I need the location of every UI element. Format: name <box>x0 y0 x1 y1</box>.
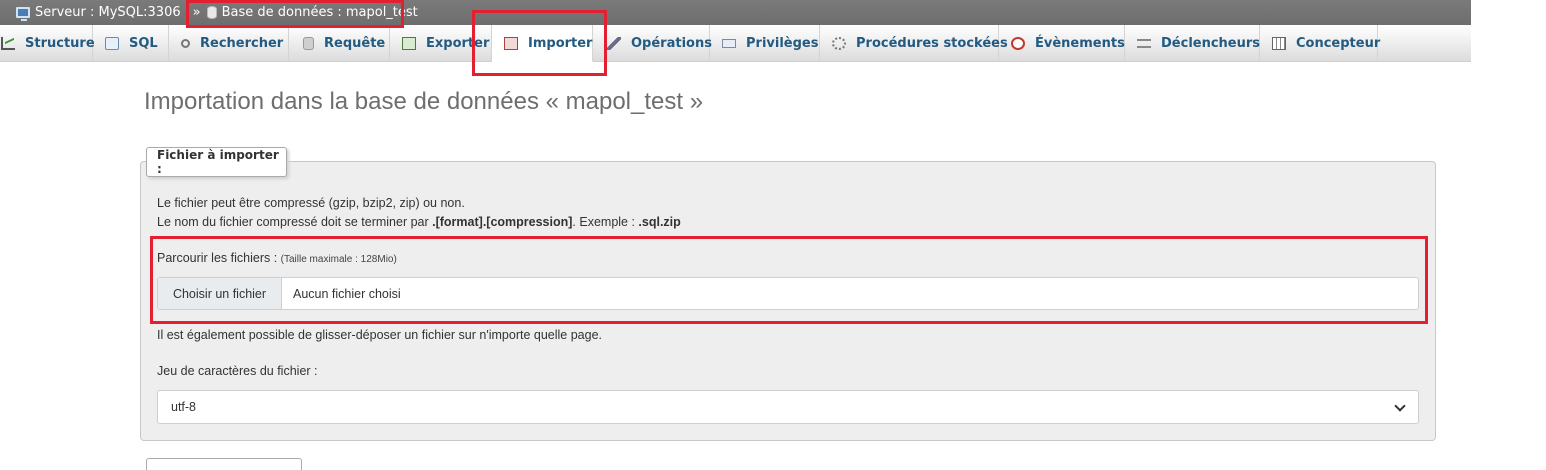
tab-import[interactable]: Importer <box>492 25 593 62</box>
tab-structure[interactable]: Structure <box>0 25 95 62</box>
browse-label: Parcourir les fichiers : <box>157 251 281 265</box>
structure-icon <box>1 37 15 50</box>
designer-icon <box>1272 37 1286 50</box>
breadcrumb-server-label[interactable]: Serveur : MySQL:3306 <box>35 5 181 20</box>
charset-label: Jeu de caractères du fichier : <box>157 364 318 378</box>
procedures-icon <box>832 37 846 50</box>
filename-note-example: .sql.zip <box>638 215 681 229</box>
events-icon <box>1011 37 1025 50</box>
tab-procedures[interactable]: Procédures stockées <box>820 25 1008 62</box>
next-section-legend <box>146 458 302 470</box>
tab-sql[interactable]: SQL <box>93 25 169 62</box>
chevron-down-icon <box>1394 400 1406 412</box>
import-icon <box>504 36 518 50</box>
max-size-note: (Taille maximale : 128Mio) <box>280 254 397 265</box>
tab-export-label: Exporter <box>426 36 490 51</box>
tab-import-label: Importer <box>528 35 593 51</box>
filename-note-middle: . Exemple : <box>572 215 639 229</box>
filename-note-prefix: Le nom du fichier compressé doit se term… <box>157 215 433 229</box>
tab-procedures-label: Procédures stockées <box>856 36 1008 51</box>
server-icon <box>16 7 30 21</box>
tab-privileges-label: Privilèges <box>746 36 819 51</box>
breadcrumb-server[interactable]: Serveur : MySQL:3306 <box>0 0 185 25</box>
tab-structure-label: Structure <box>25 36 95 51</box>
tab-triggers[interactable]: Déclencheurs <box>1125 25 1260 62</box>
triggers-icon <box>1137 39 1151 48</box>
tab-query-label: Requête <box>324 36 386 51</box>
compression-note: Le fichier peut être compressé (gzip, bz… <box>157 196 465 210</box>
operations-icon <box>607 37 621 50</box>
drag-drop-note: Il est également possible de glisser-dép… <box>157 328 602 342</box>
query-icon <box>303 37 314 50</box>
tab-search[interactable]: Rechercher <box>169 25 289 62</box>
tab-designer-label: Concepteur <box>1296 36 1381 51</box>
breadcrumb-database[interactable]: Base de données : mapol_test <box>206 0 422 25</box>
tab-query[interactable]: Requête <box>289 25 390 62</box>
tab-search-label: Rechercher <box>200 36 284 51</box>
page-title: Importation dans la base de données « ma… <box>144 88 704 115</box>
charset-value: utf-8 <box>171 400 197 414</box>
tab-export[interactable]: Exporter <box>390 25 492 62</box>
filename-note: Le nom du fichier compressé doit se term… <box>157 215 681 229</box>
sql-icon <box>105 37 119 50</box>
tab-operations-label: Opérations <box>631 36 712 51</box>
browse-label-row: Parcourir les fichiers : (Taille maximal… <box>157 251 397 265</box>
breadcrumb-database-label[interactable]: Base de données : mapol_test <box>222 5 418 20</box>
tab-privileges[interactable]: Privilèges <box>710 25 820 62</box>
filename-note-format: .[format].[compression] <box>432 215 573 229</box>
privileges-icon <box>722 39 736 48</box>
file-input[interactable]: Choisir un fichier Aucun fichier choisi <box>157 277 1419 310</box>
tab-events-label: Évènements <box>1035 36 1125 51</box>
breadcrumb-separator: » <box>192 5 201 20</box>
choose-file-button[interactable]: Choisir un fichier <box>158 278 282 309</box>
database-icon <box>206 6 217 19</box>
tab-bar: Structure SQL Rechercher Requête Exporte… <box>0 25 1471 62</box>
search-icon <box>181 39 190 48</box>
breadcrumb: Serveur : MySQL:3306 » Base de données :… <box>0 0 1471 25</box>
tab-events[interactable]: Évènements <box>999 25 1125 62</box>
tab-sql-label: SQL <box>129 36 158 51</box>
tab-designer[interactable]: Concepteur <box>1260 25 1381 62</box>
export-icon <box>402 37 416 50</box>
tab-operations[interactable]: Opérations <box>593 25 712 62</box>
tab-triggers-label: Déclencheurs <box>1161 36 1261 51</box>
selected-file-name: Aucun fichier choisi <box>293 286 401 301</box>
charset-select[interactable]: utf-8 <box>157 390 1419 424</box>
import-legend: Fichier à importer : <box>146 147 287 177</box>
